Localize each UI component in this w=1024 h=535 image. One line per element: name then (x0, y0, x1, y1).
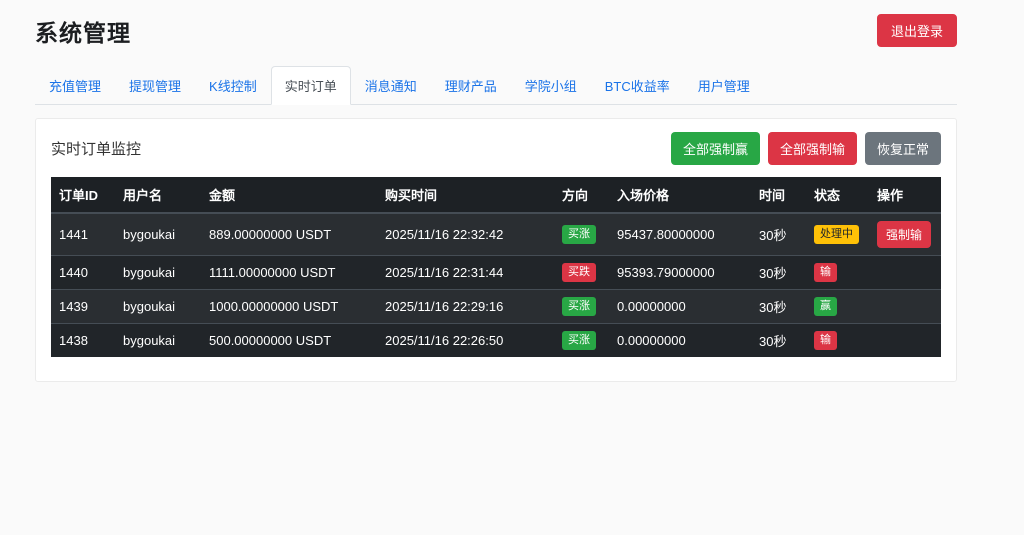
buy-time: 2025/11/16 22:26:50 (377, 324, 554, 358)
tab-6[interactable]: 学院小组 (511, 66, 591, 105)
force-lose-button[interactable]: 强制输 (877, 221, 931, 248)
amount: 500.00000000 USDT (201, 324, 377, 358)
table-header-row: 订单ID用户名金额购买时间方向入场价格时间状态操作 (51, 177, 941, 213)
column-header: 购买时间 (377, 177, 554, 213)
direction-badge: 买跌 (562, 263, 596, 281)
username: bygoukai (115, 324, 201, 358)
duration: 30秒 (751, 290, 806, 324)
column-header: 入场价格 (609, 177, 751, 213)
column-header: 用户名 (115, 177, 201, 213)
order-id: 1441 (51, 213, 115, 256)
direction-badge: 买涨 (562, 297, 596, 315)
tab-4[interactable]: 消息通知 (351, 66, 431, 105)
panel-header: 实时订单监控 全部强制赢 全部强制输 恢复正常 (51, 132, 941, 165)
order-id: 1438 (51, 324, 115, 358)
orders-panel: 实时订单监控 全部强制赢 全部强制输 恢复正常 订单ID用户名金额购买时间方向入… (35, 118, 957, 382)
status-badge: 输 (814, 263, 837, 281)
table-row: 1439bygoukai1000.00000000 USDT2025/11/16… (51, 290, 941, 324)
entry-price: 0.00000000 (609, 290, 751, 324)
username: bygoukai (115, 256, 201, 290)
column-header: 方向 (554, 177, 609, 213)
table-row: 1440bygoukai1111.00000000 USDT2025/11/16… (51, 256, 941, 290)
username: bygoukai (115, 290, 201, 324)
panel-actions: 全部强制赢 全部强制输 恢复正常 (671, 132, 941, 165)
direction-badge: 买涨 (562, 225, 596, 243)
column-header: 金额 (201, 177, 377, 213)
order-id: 1440 (51, 256, 115, 290)
table-row: 1438bygoukai500.00000000 USDT2025/11/16 … (51, 324, 941, 358)
amount: 889.00000000 USDT (201, 213, 377, 256)
column-header: 状态 (806, 177, 869, 213)
page-title: 系统管理 (35, 14, 131, 48)
direction-badge: 买涨 (562, 331, 596, 349)
buy-time: 2025/11/16 22:29:16 (377, 290, 554, 324)
duration: 30秒 (751, 256, 806, 290)
orders-tbody: 1441bygoukai889.00000000 USDT2025/11/16 … (51, 213, 941, 357)
tab-1[interactable]: 提现管理 (115, 66, 195, 105)
tab-0[interactable]: 充值管理 (35, 66, 115, 105)
force-win-all-button[interactable]: 全部强制赢 (671, 132, 760, 165)
tab-2[interactable]: K线控制 (195, 66, 271, 105)
topbar: 系统管理 退出登录 (35, 0, 957, 48)
entry-price: 95437.80000000 (609, 213, 751, 256)
order-id: 1439 (51, 290, 115, 324)
column-header: 订单ID (51, 177, 115, 213)
amount: 1000.00000000 USDT (201, 290, 377, 324)
page-container: 系统管理 退出登录 充值管理提现管理K线控制实时订单消息通知理财产品学院小组BT… (35, 0, 957, 382)
amount: 1111.00000000 USDT (201, 256, 377, 290)
entry-price: 0.00000000 (609, 324, 751, 358)
column-header: 操作 (869, 177, 941, 213)
buy-time: 2025/11/16 22:32:42 (377, 213, 554, 256)
column-header: 时间 (751, 177, 806, 213)
tab-8[interactable]: 用户管理 (684, 66, 764, 105)
tab-3-active[interactable]: 实时订单 (271, 66, 351, 105)
username: bygoukai (115, 213, 201, 256)
force-lose-all-button[interactable]: 全部强制输 (768, 132, 857, 165)
orders-table: 订单ID用户名金额购买时间方向入场价格时间状态操作 1441bygoukai88… (51, 177, 941, 357)
logout-button[interactable]: 退出登录 (877, 14, 957, 47)
tabs: 充值管理提现管理K线控制实时订单消息通知理财产品学院小组BTC收益率用户管理 (35, 66, 957, 105)
table-row: 1441bygoukai889.00000000 USDT2025/11/16 … (51, 213, 941, 256)
entry-price: 95393.79000000 (609, 256, 751, 290)
status-badge: 输 (814, 331, 837, 349)
buy-time: 2025/11/16 22:31:44 (377, 256, 554, 290)
tab-7[interactable]: BTC收益率 (591, 66, 684, 105)
restore-normal-button[interactable]: 恢复正常 (865, 132, 941, 165)
status-badge: 赢 (814, 297, 837, 315)
duration: 30秒 (751, 213, 806, 256)
duration: 30秒 (751, 324, 806, 358)
panel-title: 实时订单监控 (51, 138, 141, 159)
status-badge: 处理中 (814, 225, 859, 243)
tab-5[interactable]: 理财产品 (431, 66, 511, 105)
